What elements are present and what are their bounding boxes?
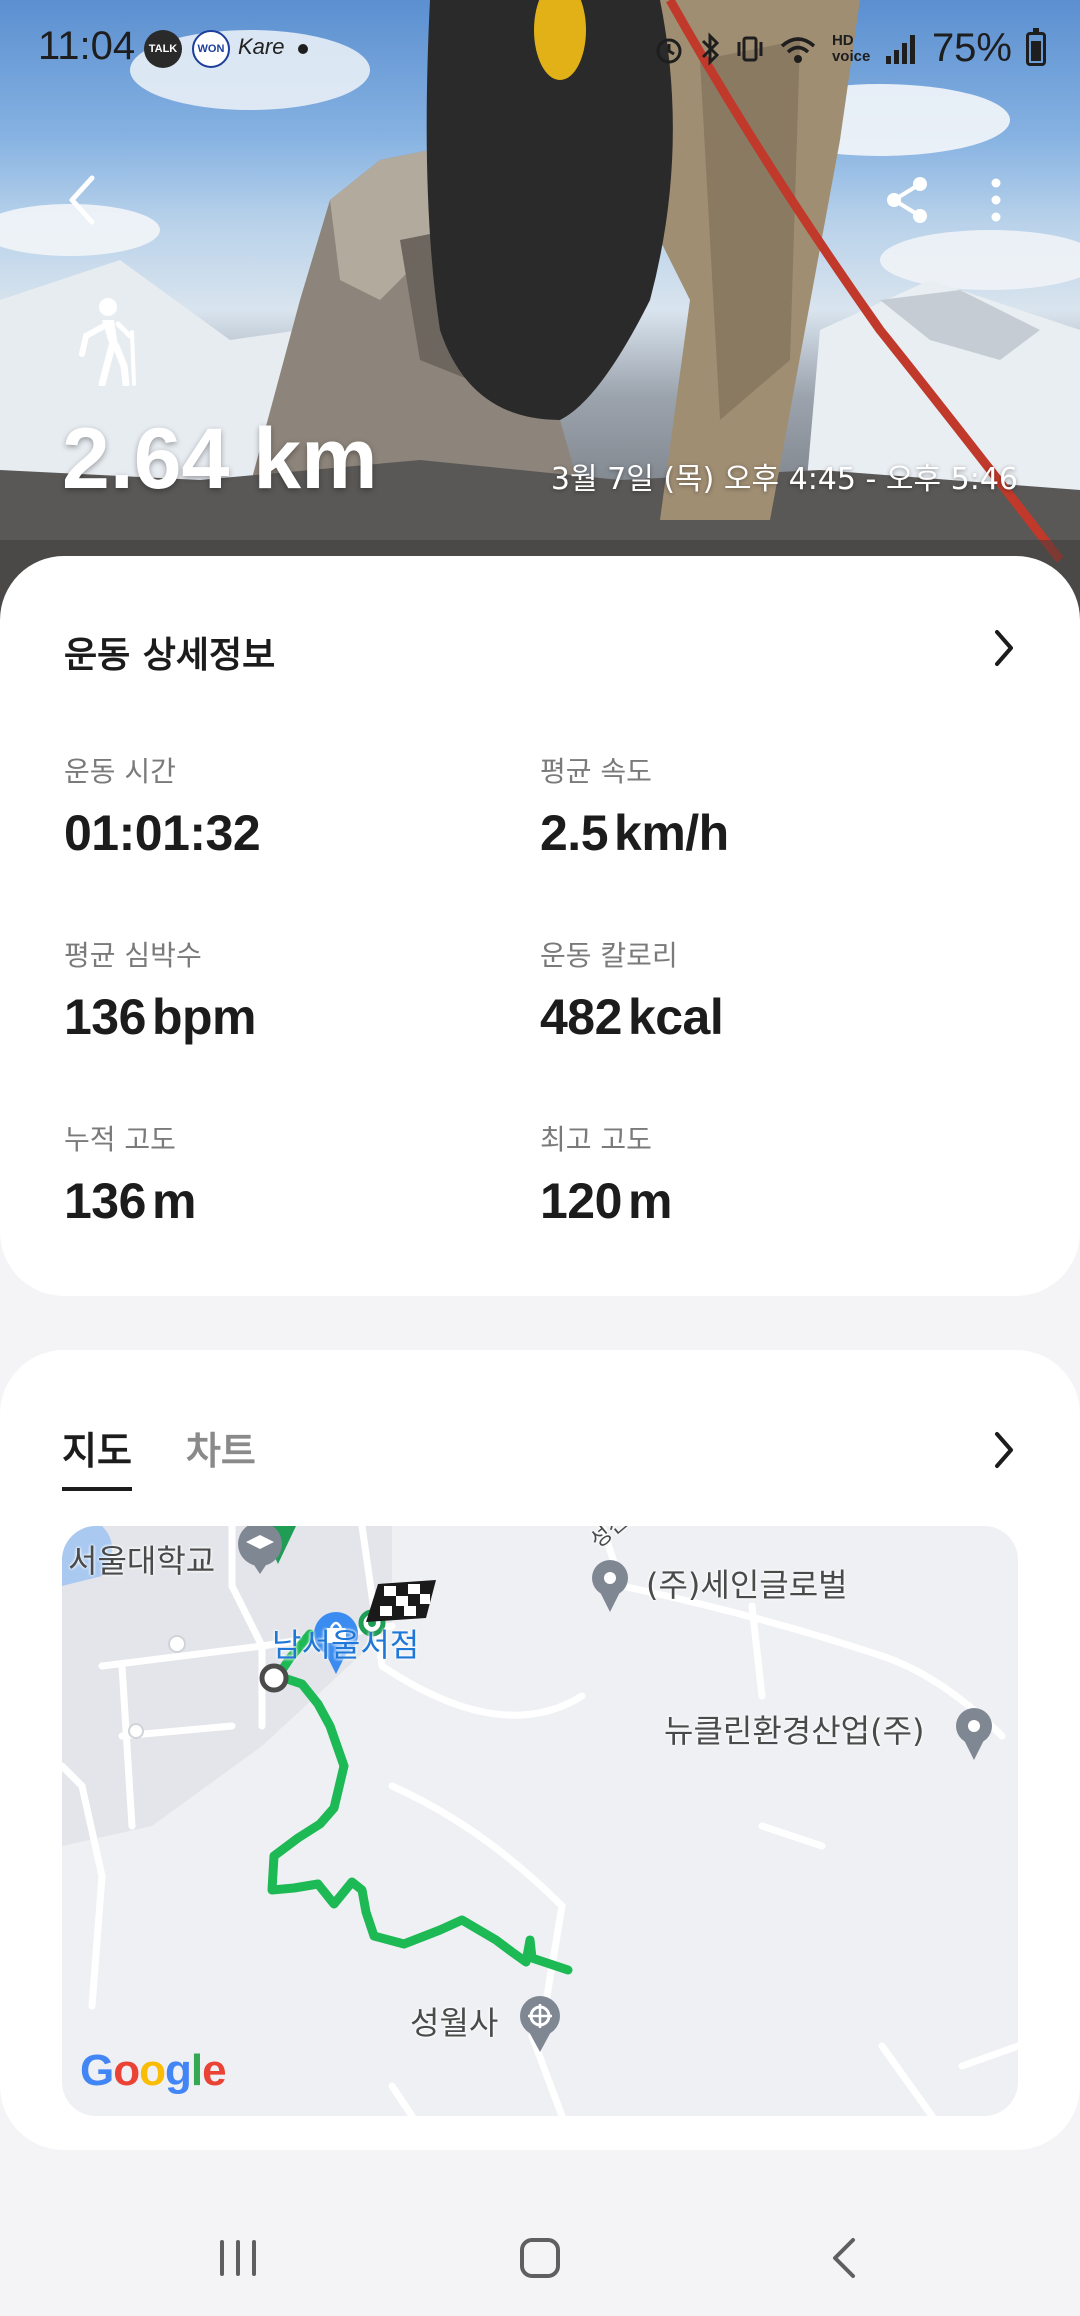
signal-icon — [885, 34, 915, 64]
details-open-button[interactable] — [976, 620, 1032, 676]
temple-pin-icon — [520, 1996, 560, 2052]
system-navigation-bar — [0, 2200, 1080, 2316]
stat-label: 운동 칼로리 — [540, 939, 678, 972]
home-icon — [520, 2238, 560, 2278]
more-vertical-icon — [991, 178, 1001, 222]
map-label-company-2: 뉴클린환경산업(주) — [664, 1712, 925, 1750]
stat-label: 평균 속도 — [540, 755, 652, 788]
distance-value: 2.64 km — [62, 411, 378, 507]
stat-avg-speed: 평균 속도 2.5 km/h — [540, 750, 960, 862]
map-label-temple: 성월사 — [410, 2004, 499, 2042]
stat-value: 120 m — [540, 1173, 672, 1229]
wifi-icon — [780, 36, 816, 63]
stat-duration: 운동 시간 01:01:32 — [64, 750, 484, 862]
home-button[interactable] — [500, 2226, 580, 2290]
share-icon — [887, 177, 927, 223]
vibrate-icon — [737, 36, 763, 61]
workout-datetime: 3월 7일 (목) 오후 4:45 - 오후 5:46 — [550, 462, 1018, 497]
details-title: 운동 상세정보 — [64, 635, 276, 676]
place-pin-icon — [592, 1560, 628, 1612]
tab-map[interactable]: 지도 — [62, 1420, 132, 1491]
stat-value: 136 m — [64, 1173, 196, 1229]
workout-details-card[interactable]: 운동 상세정보 운동 시간 01:01:32 평균 속도 2.5 km/h 평균 … — [0, 556, 1080, 1296]
status-time: 11:04 — [38, 24, 136, 68]
kakaotalk-notification-icon: TALK — [144, 30, 182, 68]
alarm-icon — [656, 38, 682, 63]
won-bank-notification-icon: WON — [192, 30, 230, 68]
stat-label: 운동 시간 — [64, 755, 176, 788]
more-options-button[interactable] — [956, 160, 1036, 240]
share-button[interactable] — [868, 160, 948, 240]
map-label-university: 서울대학교 — [68, 1542, 216, 1580]
map-canvas — [62, 1526, 1018, 2116]
status-bar: 11:04 TALK WON Kare HD voice 75% — [0, 0, 1080, 96]
hd-voice-icon: HD voice — [831, 31, 871, 65]
google-logo: Google — [80, 2046, 227, 2095]
kare-notification-icon: Kare — [238, 34, 285, 59]
battery-icon — [1026, 27, 1046, 66]
stat-avg-heart-rate: 평균 심박수 136 bpm — [64, 934, 484, 1046]
stat-elevation-gain: 누적 고도 136 m — [64, 1118, 484, 1230]
status-indicators: HD voice 75% — [654, 26, 1046, 71]
more-notifications-dot — [298, 44, 308, 54]
map-label-company-1: (주)세인글로벌 — [646, 1566, 848, 1604]
map-chart-card: 지도 차트 서울대학교 남서울서점 (주)세인글로벌 뉴클린환경산업(주) 성월… — [0, 1350, 1080, 2150]
stat-label: 누적 고도 — [64, 1123, 176, 1156]
stat-max-altitude: 최고 고도 120 m — [540, 1118, 960, 1230]
stat-label: 최고 고도 — [540, 1123, 652, 1156]
chevron-left-icon — [69, 175, 95, 225]
tab-chart[interactable]: 차트 — [186, 1420, 256, 1491]
chevron-right-icon — [995, 630, 1013, 666]
map-label-bookstore: 남서울서점 — [272, 1626, 420, 1664]
map-open-button[interactable] — [976, 1422, 1032, 1478]
hiking-icon — [79, 298, 136, 386]
stat-value: 136 bpm — [64, 989, 256, 1045]
battery-percent: 75% — [931, 26, 1012, 70]
map-chart-tabs: 지도 차트 — [62, 1420, 256, 1491]
back-button[interactable] — [42, 160, 122, 240]
hero-banner: 11:04 TALK WON Kare HD voice 75% 2.64 km… — [0, 0, 1080, 620]
route-end-marker — [259, 1663, 289, 1693]
recent-apps-button[interactable] — [198, 2226, 278, 2290]
stat-value: 482 kcal — [540, 989, 724, 1045]
stat-calories: 운동 칼로리 482 kcal — [540, 934, 960, 1046]
place-pin-icon — [956, 1708, 992, 1760]
system-back-button[interactable] — [804, 2226, 884, 2290]
stat-label: 평균 심박수 — [64, 939, 202, 972]
route-map[interactable]: 서울대학교 남서울서점 성진로 (주)세인글로벌 뉴클린환경산업(주) 성월사 … — [62, 1526, 1018, 2116]
recent-apps-icon — [220, 2240, 256, 2276]
stat-value: 2.5 km/h — [540, 805, 729, 861]
chevron-right-icon — [995, 1432, 1013, 1468]
bluetooth-icon — [701, 31, 720, 66]
stat-value: 01:01:32 — [64, 805, 261, 861]
back-arrow-icon — [833, 2238, 855, 2278]
